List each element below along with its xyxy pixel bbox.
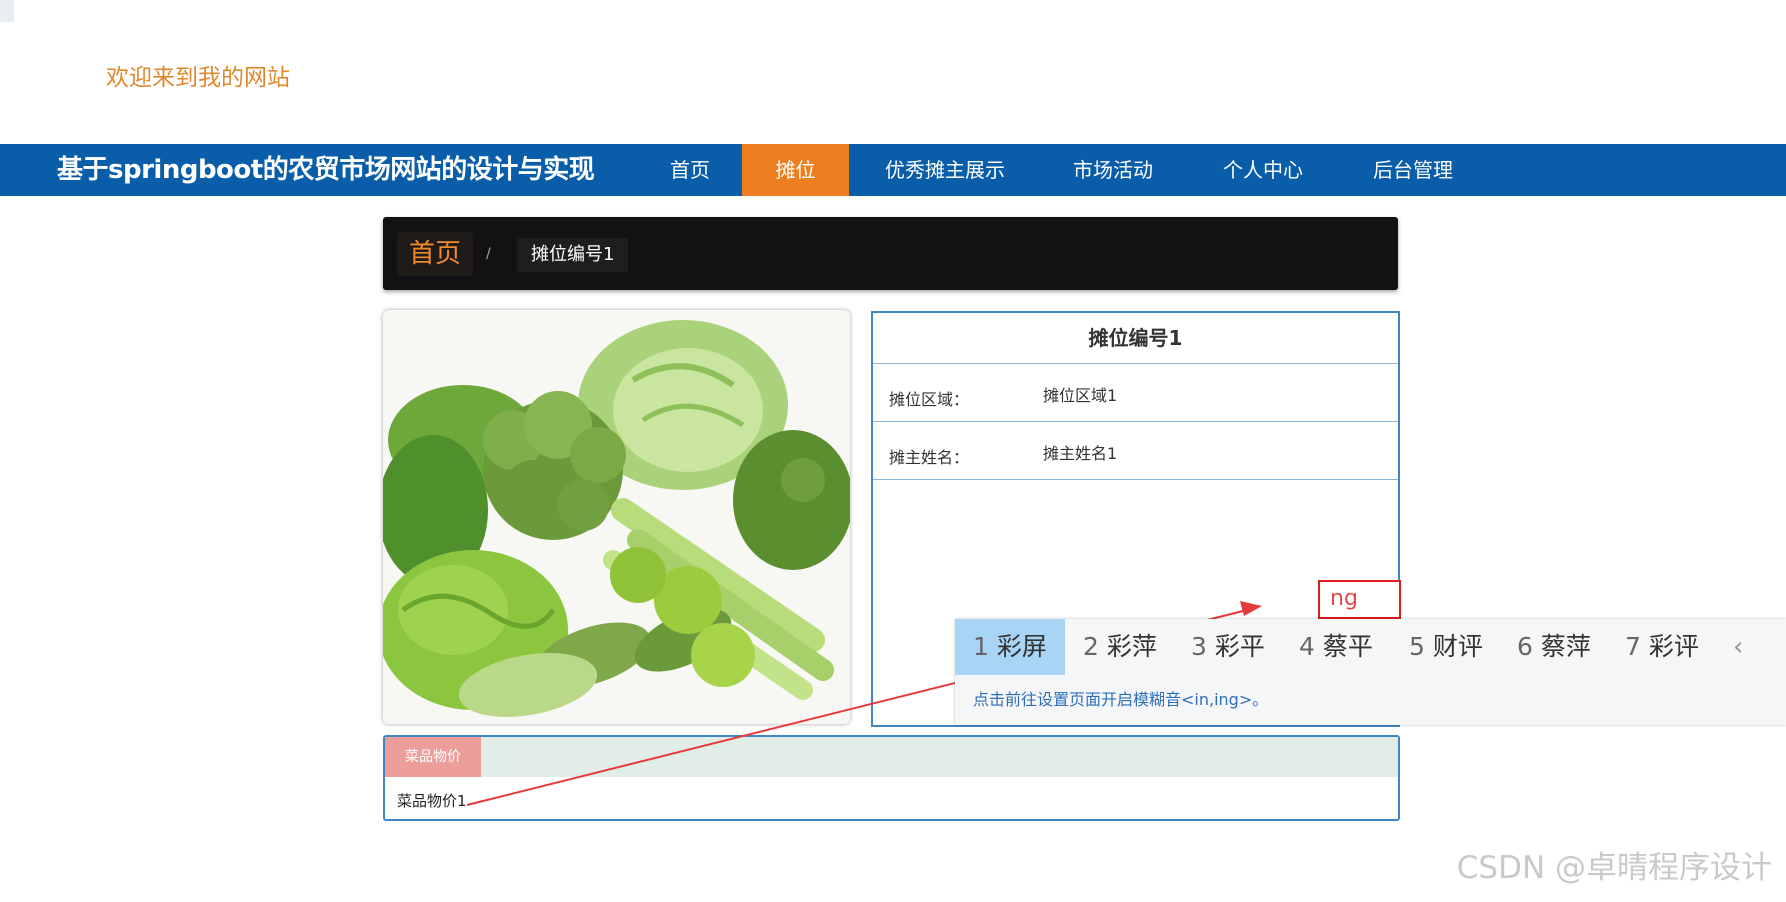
ime-candidate-2[interactable]: 2 彩萍 [1065, 619, 1173, 675]
ime-candidate-list: 1 彩屏 2 彩萍 3 彩平 4 蔡平 5 财评 6 蔡萍 7 彩评 ‹ [955, 619, 1786, 675]
vegetables-image [383, 310, 850, 724]
main-navbar: 基于springboot的农贸市场网站的设计与实现 首页 摊位 优秀摊主展示 市… [0, 144, 1786, 196]
nav-item-profile[interactable]: 个人中心 [1208, 144, 1318, 196]
price-content: 菜品物价1 [397, 792, 467, 810]
price-tab-bar: 菜品物价 [385, 737, 1398, 777]
ime-candidate-3[interactable]: 3 彩平 [1173, 619, 1281, 675]
nav-item-home[interactable]: 首页 [650, 144, 730, 196]
area-value: 摊位区域1 [1043, 386, 1118, 405]
info-row-area: 摊位区域： 摊位区域1 [873, 364, 1398, 422]
ime-typed-text: ng [1318, 580, 1401, 619]
stall-info-title: 摊位编号1 [873, 313, 1398, 364]
ime-fuzzy-hint-link[interactable]: 点击前往设置页面开启模糊音<in,ing>。 [955, 675, 1786, 725]
chevron-left-icon[interactable]: ‹ [1733, 619, 1743, 675]
price-panel: 菜品物价 菜品物价1 [383, 735, 1400, 821]
nav-item-top-vendors[interactable]: 优秀摊主展示 [872, 144, 1018, 196]
breadcrumb: 首页 / 摊位编号1 [383, 217, 1398, 290]
ime-candidate-5[interactable]: 5 财评 [1391, 619, 1499, 675]
owner-value: 摊主姓名1 [1043, 444, 1118, 463]
breadcrumb-separator: / [486, 246, 491, 262]
ime-candidate-7[interactable]: 7 彩评 [1607, 619, 1717, 675]
breadcrumb-current: 摊位编号1 [517, 238, 629, 272]
nav-item-market-events[interactable]: 市场活动 [1058, 144, 1168, 196]
breadcrumb-home-link[interactable]: 首页 [397, 232, 474, 276]
site-title: 基于springboot的农贸市场网站的设计与实现 [57, 155, 595, 185]
nav-item-admin[interactable]: 后台管理 [1358, 144, 1468, 196]
owner-label: 摊主姓名： [889, 448, 970, 467]
area-label: 摊位区域： [889, 390, 970, 409]
info-row-owner: 摊主姓名： 摊主姓名1 [873, 422, 1398, 480]
ime-candidate-4[interactable]: 4 蔡平 [1281, 619, 1391, 675]
corner-mark [0, 0, 14, 22]
welcome-text: 欢迎来到我的网站 [106, 65, 290, 91]
ime-candidate-1[interactable]: 1 彩屏 [955, 619, 1065, 675]
watermark: CSDN @卓晴程序设计 [1456, 850, 1772, 886]
nav-item-stalls[interactable]: 摊位 [742, 144, 849, 196]
tab-price[interactable]: 菜品物价 [385, 737, 481, 777]
stall-photo [383, 310, 850, 724]
ime-candidate-window: 1 彩屏 2 彩萍 3 彩平 4 蔡平 5 财评 6 蔡萍 7 彩评 ‹ 点击前往设置页面开启… [955, 619, 1786, 725]
ime-candidate-6[interactable]: 6 蔡萍 [1499, 619, 1607, 675]
